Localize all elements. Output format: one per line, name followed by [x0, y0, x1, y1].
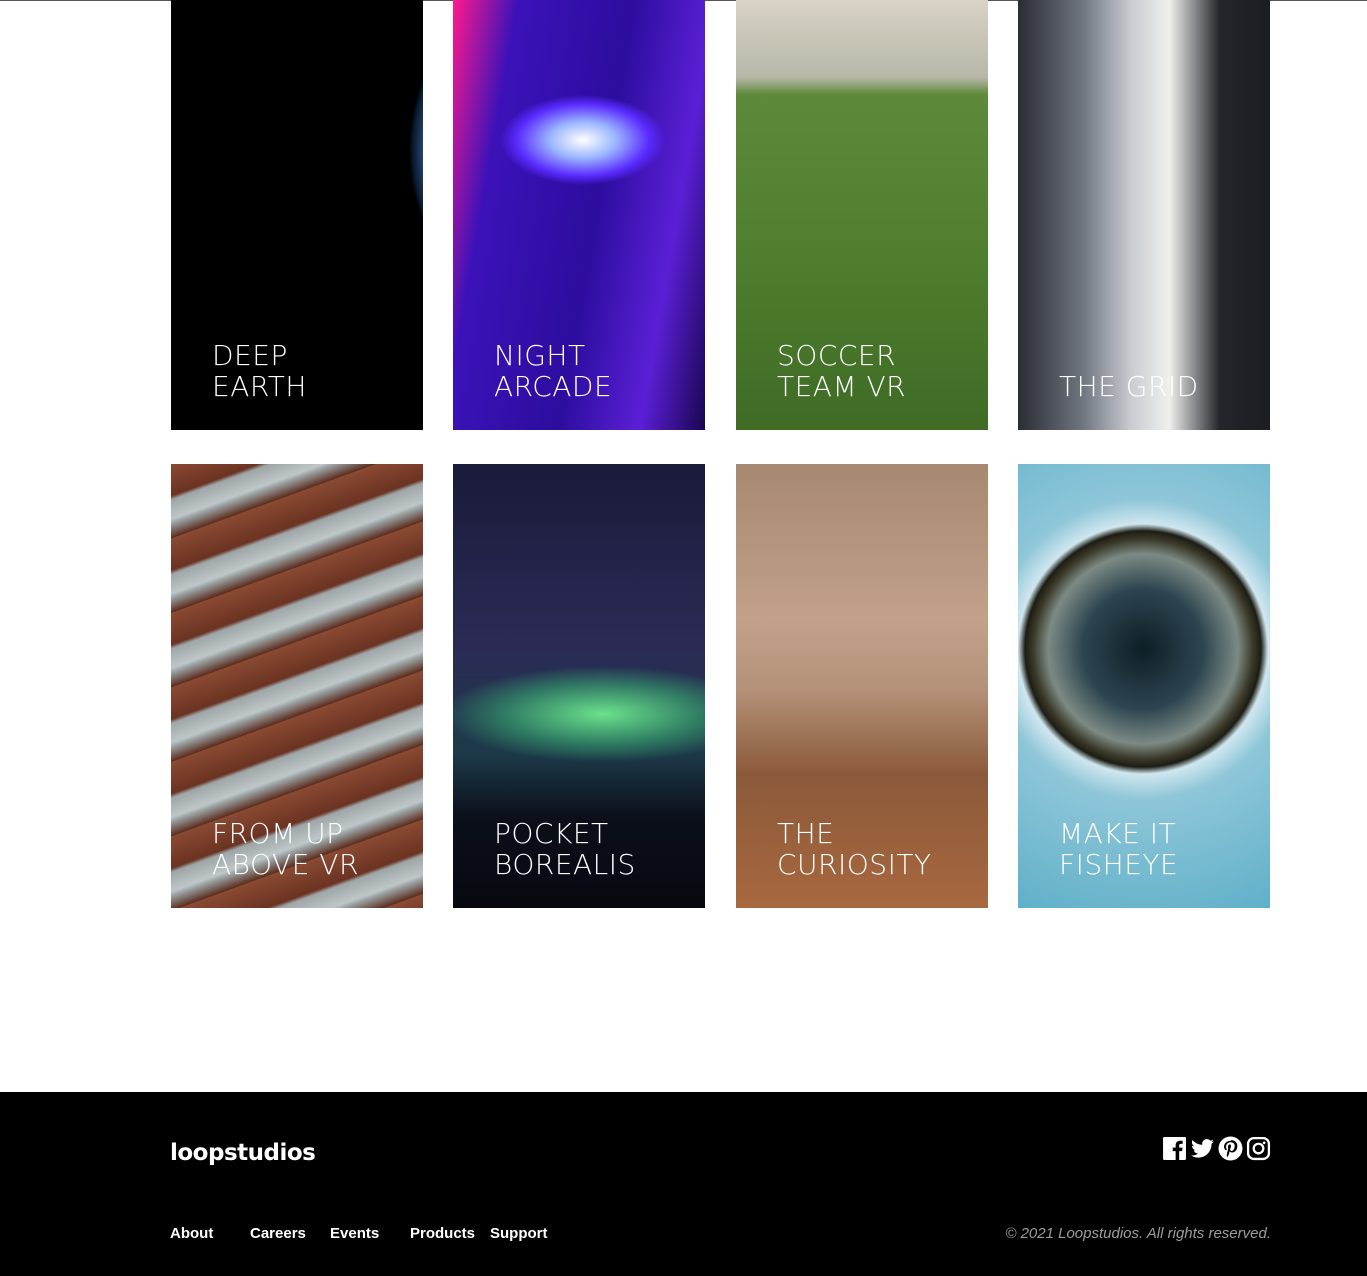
card-deep-earth[interactable]: Deep Earth: [171, 0, 423, 430]
card-title: The Grid: [1059, 370, 1199, 403]
card-pocket-borealis[interactable]: Pocket Borealis: [453, 464, 705, 908]
footer-link-products[interactable]: Products: [410, 1225, 475, 1242]
pinterest-icon[interactable]: [1218, 1136, 1243, 1161]
card-title: Soccer Team VR: [777, 339, 907, 403]
card-soccer-team-vr[interactable]: Soccer Team VR: [736, 0, 988, 430]
footer-logo[interactable]: loopstudios: [170, 1140, 316, 1166]
twitter-icon[interactable]: [1190, 1136, 1215, 1161]
footer-link-about[interactable]: About: [170, 1225, 213, 1242]
site-footer: loopstudios About Careers Events Product…: [0, 1092, 1367, 1276]
card-title: Night Arcade: [494, 339, 613, 403]
card-the-grid[interactable]: The Grid: [1018, 0, 1270, 430]
card-title: Deep Earth: [212, 339, 307, 403]
race-car-image: [1018, 0, 1270, 430]
instagram-icon[interactable]: [1246, 1136, 1271, 1161]
card-title: Pocket Borealis: [494, 817, 636, 881]
footer-link-support[interactable]: Support: [490, 1225, 548, 1242]
card-make-it-fisheye[interactable]: Make it Fisheye: [1018, 464, 1270, 908]
footer-link-careers[interactable]: Careers: [250, 1225, 306, 1242]
card-title: From Up Above VR: [212, 817, 359, 881]
card-the-curiosity[interactable]: The Curiosity: [736, 464, 988, 908]
card-title: Make it Fisheye: [1059, 817, 1179, 881]
footer-link-events[interactable]: Events: [330, 1225, 379, 1242]
card-title: The Curiosity: [777, 817, 932, 881]
copyright-text: © 2021 Loopstudios. All rights reserved.: [1005, 1225, 1271, 1242]
card-from-up-above-vr[interactable]: From Up Above VR: [171, 464, 423, 908]
card-night-arcade[interactable]: Night Arcade: [453, 0, 705, 430]
facebook-icon[interactable]: [1162, 1136, 1187, 1161]
